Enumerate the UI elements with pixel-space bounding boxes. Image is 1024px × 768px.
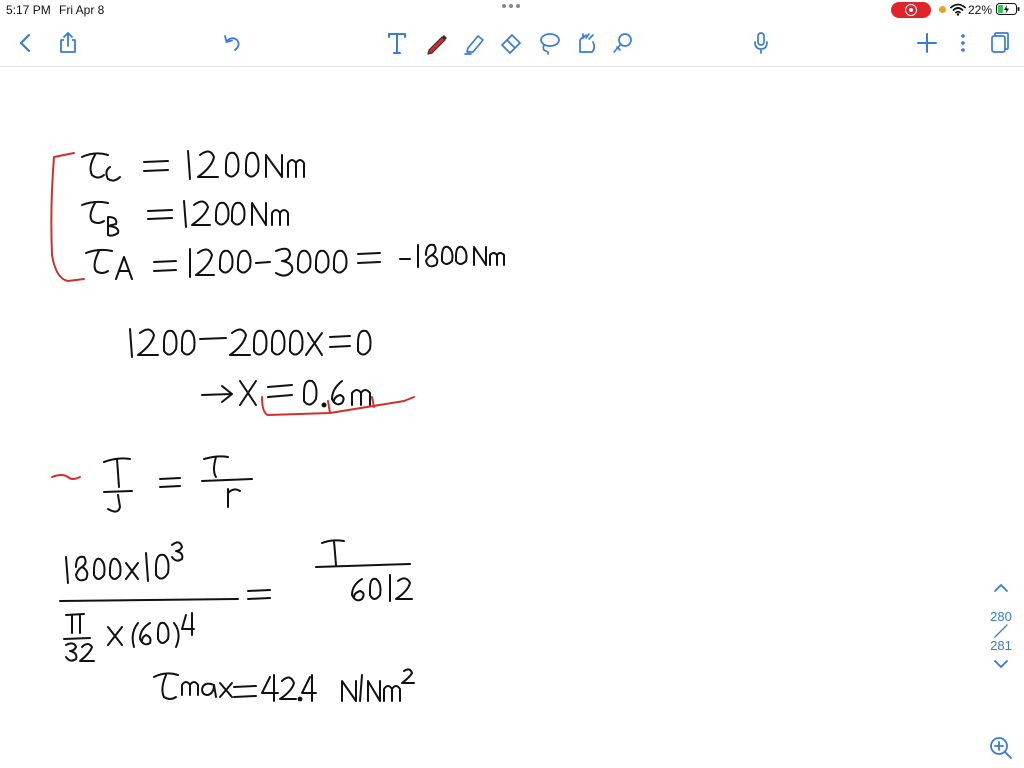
lasso-icon [540,33,560,55]
multitasking-handle[interactable] [500,4,524,14]
shape-tool-icon [613,33,632,53]
mic-in-use-indicator [939,6,946,13]
shape-tool-button[interactable] [610,30,636,56]
note-canvas[interactable] [0,67,1024,768]
add-button[interactable] [914,30,940,56]
share-button[interactable] [55,30,81,56]
image-tool-button[interactable] [574,30,600,56]
more-icon [961,34,965,52]
more-button[interactable] [950,30,976,56]
microphone-icon [754,32,768,54]
page-separator [994,624,1008,638]
zoom-button[interactable] [988,735,1014,761]
undo-button[interactable] [219,30,245,56]
text-tool-button[interactable] [384,30,410,56]
status-bar: 5:17 PM Fri Apr 8 22% [0,0,1024,20]
screen-recording-indicator[interactable] [891,2,931,18]
zoom-in-icon [990,737,1012,759]
microphone-button[interactable] [748,30,774,56]
total-page-count: 281 [990,638,1012,653]
text-tool-icon [388,33,406,54]
battery-percent: 22% [968,3,993,17]
page-up-button[interactable] [985,575,1017,599]
undo-icon [224,35,240,51]
add-icon [917,33,937,53]
page-down-button[interactable] [985,653,1017,677]
pages-button[interactable] [986,30,1012,56]
highlighter-icon [464,35,484,55]
pen-icon [427,35,447,55]
pages-icon [991,32,1009,53]
share-icon [60,32,76,53]
battery-charging-icon [996,3,1020,15]
eraser-icon [501,34,521,54]
status-time: 5:17 PM [6,3,51,17]
eraser-tool-button[interactable] [498,30,524,56]
back-button[interactable] [13,30,39,56]
handwritten-notes [50,150,505,702]
current-page-number: 280 [990,609,1012,624]
toolbar [0,20,1024,67]
status-date: Fri Apr 8 [59,3,105,17]
record-icon [905,4,917,16]
pen-tool-button[interactable] [423,30,449,56]
page-navigator: 280 281 [985,575,1017,695]
image-tool-icon [579,33,596,53]
highlighter-tool-button[interactable] [461,30,487,56]
lasso-tool-button[interactable] [536,30,562,56]
back-icon [19,33,31,53]
wifi-icon [950,3,966,16]
